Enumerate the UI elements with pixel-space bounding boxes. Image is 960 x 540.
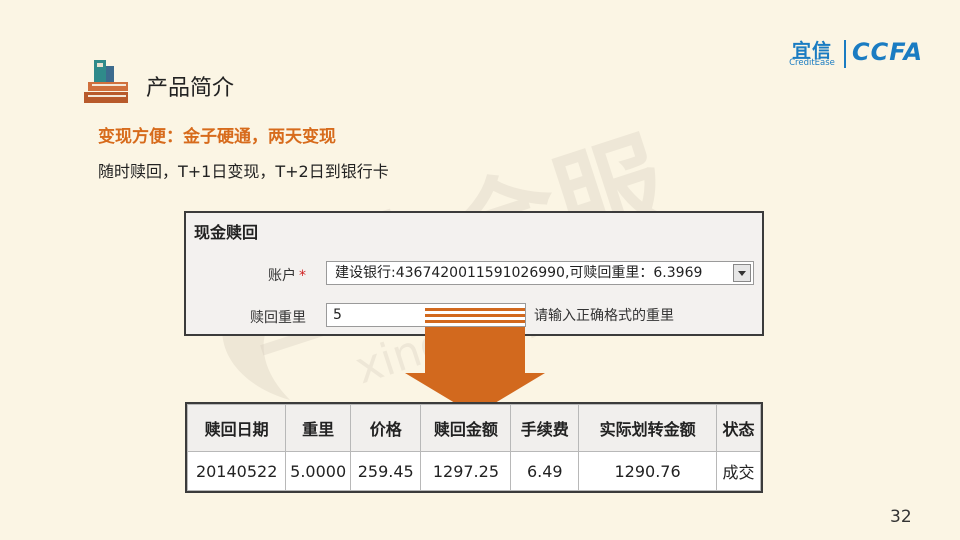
col-header: 状态 xyxy=(716,404,761,452)
table-cell: 成交 xyxy=(716,451,761,491)
table-cell: 259.45 xyxy=(349,451,422,491)
chevron-down-icon[interactable] xyxy=(733,264,751,282)
table-cell: 1290.76 xyxy=(578,451,718,491)
body-text: 随时赎回，T+1日变现，T+2日到银行卡 xyxy=(98,162,389,181)
account-select-value: 建设银行:4367420011591026990,可赎回重里：6.3969 xyxy=(335,265,703,281)
books-icon xyxy=(84,60,128,103)
brand-logo: 宜信 CreditEase CCFA xyxy=(786,36,936,70)
account-select[interactable]: 建设银行:4367420011591026990,可赎回重里：6.3969 xyxy=(326,261,754,285)
table-row: 20140522 5.0000 259.45 1297.25 6.49 1290… xyxy=(186,451,761,491)
page-title: 产品简介 xyxy=(146,76,235,101)
col-header: 重里 xyxy=(285,404,351,452)
table-header-row: 赎回日期 重里 价格 赎回金额 手续费 实际划转金额 状态 xyxy=(186,404,761,452)
col-header: 手续费 xyxy=(510,404,580,452)
table-cell: 20140522 xyxy=(186,451,287,491)
down-arrow-icon xyxy=(405,308,545,415)
account-label: 账户 * xyxy=(186,265,306,285)
weight-label: 赎回重里 xyxy=(250,310,306,326)
section-subtitle: 变现方便：金子硬通，两天变现 xyxy=(98,127,336,147)
table-cell: 5.0000 xyxy=(285,451,351,491)
result-table: 赎回日期 重里 价格 赎回金额 手续费 实际划转金额 状态 20140522 5… xyxy=(185,402,763,493)
redeem-form-title: 现金赎回 xyxy=(194,223,259,242)
weight-hint: 请输入正确格式的重里 xyxy=(534,308,674,324)
logo-divider xyxy=(844,40,846,68)
col-header: 实际划转金额 xyxy=(578,404,718,452)
logo-creditease-en: CreditEase xyxy=(789,58,835,68)
slide: 星火金服 xinghuojinfu.com 产品简介 宜信 CreditEase… xyxy=(0,0,960,540)
table-cell: 1297.25 xyxy=(420,451,512,491)
required-mark: * xyxy=(299,268,306,284)
page-number: 32 xyxy=(890,507,912,527)
table-cell: 6.49 xyxy=(510,451,580,491)
col-header: 赎回金额 xyxy=(420,404,512,452)
account-label-text: 账户 xyxy=(268,268,296,284)
logo-ccfa: CCFA xyxy=(852,38,924,66)
col-header: 赎回日期 xyxy=(186,404,287,452)
col-header: 价格 xyxy=(349,404,422,452)
